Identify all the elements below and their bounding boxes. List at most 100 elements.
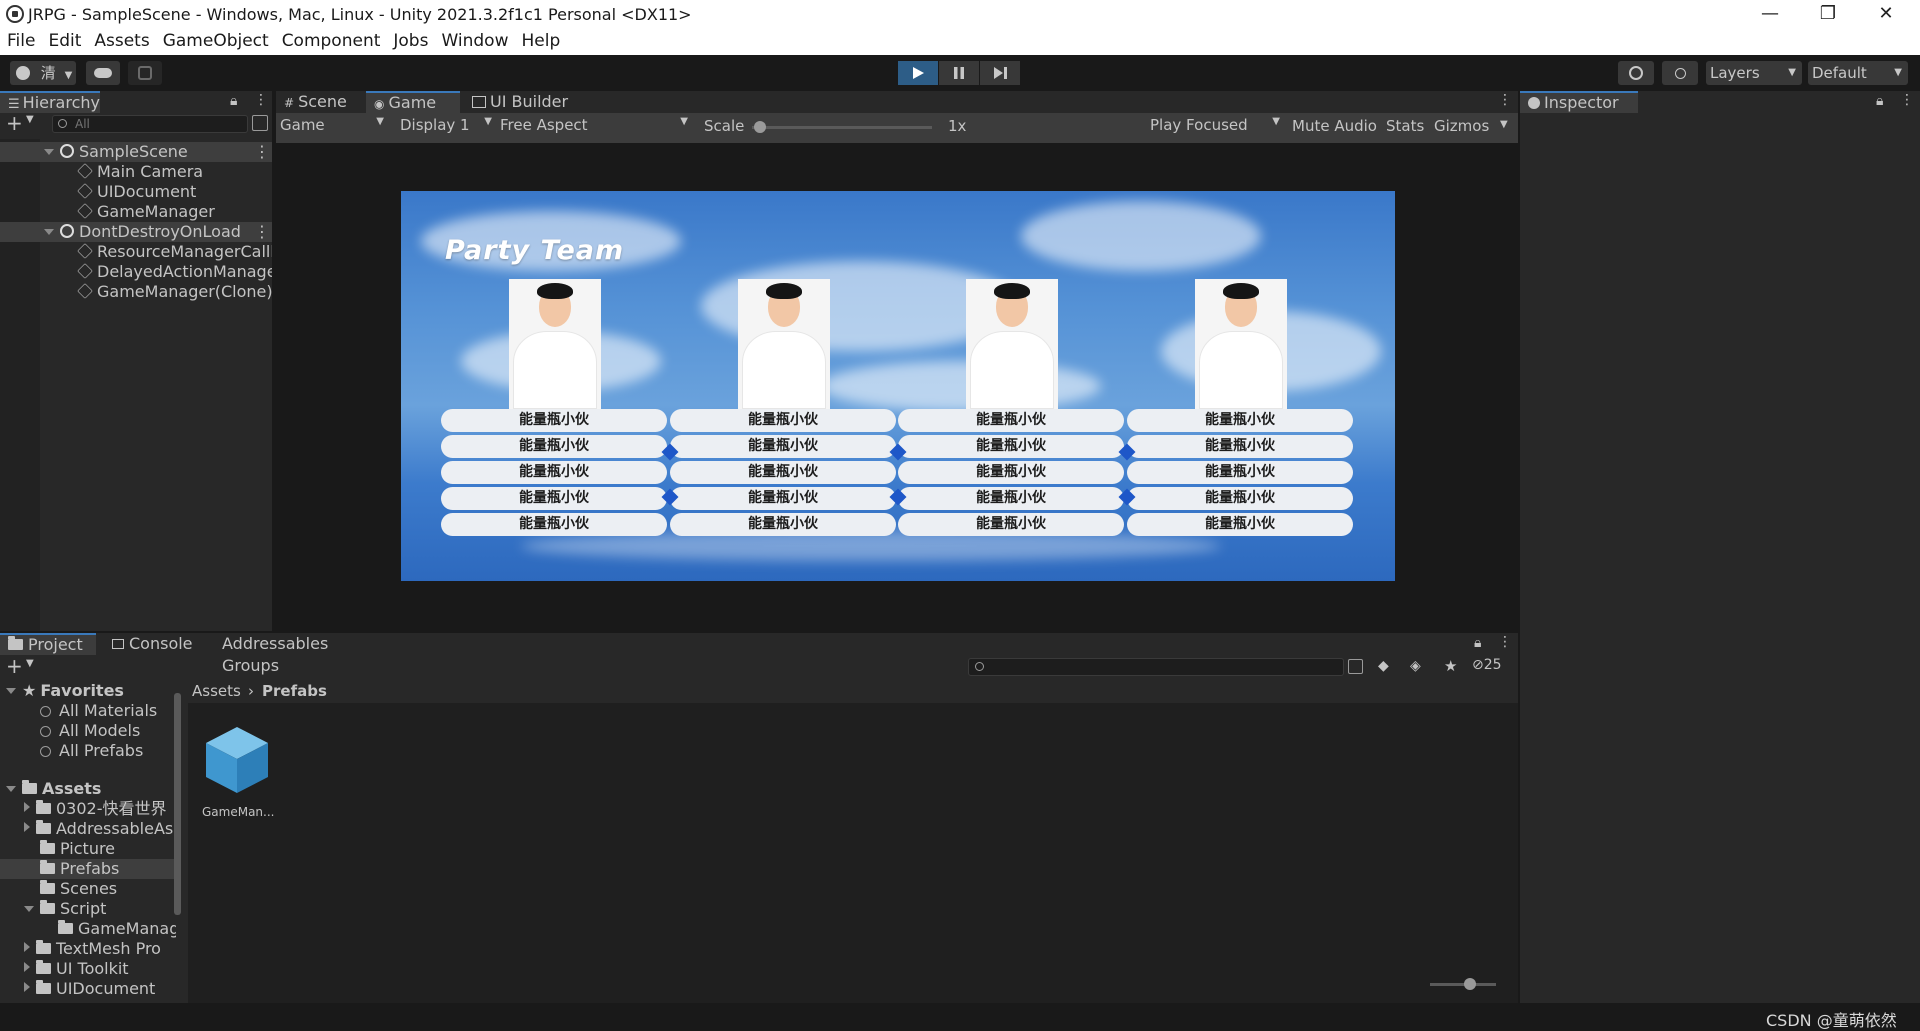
- party-member-portrait[interactable]: [738, 279, 830, 409]
- search-mode-icon[interactable]: [1348, 659, 1363, 674]
- folder-ui-toolkit[interactable]: UI Toolkit: [0, 959, 176, 979]
- play-button[interactable]: [898, 61, 938, 85]
- kebab-menu-icon[interactable]: ⋮: [254, 92, 268, 108]
- member-name[interactable]: 能量瓶小伙: [1127, 461, 1353, 484]
- layers-dropdown[interactable]: Layers ▼: [1706, 61, 1802, 85]
- expand-arrow-icon[interactable]: [6, 786, 16, 792]
- expand-arrow-icon[interactable]: [44, 149, 54, 155]
- member-name[interactable]: 能量瓶小伙: [898, 513, 1124, 536]
- expand-arrow-icon[interactable]: [24, 962, 30, 972]
- expand-arrow-icon[interactable]: [24, 982, 30, 992]
- tree-row-dontdestroyonload[interactable]: DontDestroyOnLoad ⋮: [0, 222, 272, 242]
- kebab-menu-icon[interactable]: ⋮: [1498, 634, 1512, 650]
- folder-addressableassets[interactable]: AddressableAss: [0, 819, 176, 839]
- folder-picture[interactable]: Picture: [0, 839, 176, 859]
- breadcrumb-assets[interactable]: Assets: [192, 682, 241, 700]
- folder-prefabs[interactable]: Prefabs: [0, 859, 176, 879]
- party-member-portrait[interactable]: [966, 279, 1058, 409]
- kebab-menu-icon[interactable]: ⋮: [254, 222, 270, 242]
- hidden-packages-toggle[interactable]: ⊘25: [1472, 657, 1502, 673]
- expand-arrow-icon[interactable]: [24, 802, 30, 812]
- search-mode-icon[interactable]: [252, 115, 268, 131]
- menu-component[interactable]: Component: [275, 28, 387, 51]
- kebab-menu-icon[interactable]: ⋮: [254, 142, 270, 162]
- collab-button[interactable]: [128, 61, 162, 85]
- expand-arrow-icon[interactable]: [6, 688, 16, 694]
- lock-icon[interactable]: 🔒︎: [1876, 93, 1883, 109]
- menu-gameobject[interactable]: GameObject: [156, 28, 275, 51]
- display-dropdown[interactable]: Display 1 ▼: [400, 116, 496, 138]
- member-name[interactable]: 能量瓶小伙: [670, 409, 896, 432]
- hierarchy-search[interactable]: [52, 115, 248, 133]
- step-button[interactable]: [980, 61, 1020, 85]
- history-button[interactable]: [1618, 61, 1654, 85]
- play-focused-dropdown[interactable]: Play Focused ▼: [1150, 116, 1280, 138]
- menu-jobs[interactable]: Jobs: [386, 28, 434, 51]
- tree-row-resourcemanager[interactable]: ResourceManagerCallba: [0, 242, 272, 262]
- tree-row-main-camera[interactable]: Main Camera: [0, 162, 272, 182]
- mute-audio-toggle[interactable]: Mute Audio: [1292, 117, 1377, 135]
- scale-slider-handle[interactable]: [754, 121, 766, 133]
- menu-window[interactable]: Window: [434, 28, 514, 51]
- chevron-down-icon[interactable]: ▼: [26, 658, 34, 669]
- member-name[interactable]: 能量瓶小伙: [441, 409, 667, 432]
- breadcrumb-prefabs[interactable]: Prefabs: [262, 682, 327, 700]
- kebab-menu-icon[interactable]: ⋮: [1900, 92, 1914, 108]
- folder-gamemanager[interactable]: GameManag: [0, 919, 176, 939]
- tree-row-gamemanager-clone[interactable]: GameManager(Clone): [0, 282, 272, 302]
- expand-arrow-icon[interactable]: [24, 942, 30, 952]
- kebab-menu-icon[interactable]: ⋮: [1498, 92, 1512, 108]
- folder-script[interactable]: Script: [0, 899, 176, 919]
- member-name[interactable]: 能量瓶小伙: [441, 513, 667, 536]
- close-button[interactable]: ✕: [1866, 2, 1906, 26]
- tree-row-gamemanager[interactable]: GameManager: [0, 202, 272, 222]
- member-name[interactable]: 能量瓶小伙: [441, 487, 667, 510]
- menu-assets[interactable]: Assets: [87, 28, 155, 51]
- menu-help[interactable]: Help: [514, 28, 566, 51]
- folder-0302[interactable]: 0302-快看世界: [0, 799, 176, 819]
- party-member-portrait[interactable]: [1195, 279, 1287, 409]
- cloud-button[interactable]: [86, 61, 120, 85]
- member-name[interactable]: 能量瓶小伙: [670, 487, 896, 510]
- filter-type-icon[interactable]: ◆: [1378, 658, 1389, 674]
- tree-row-samplescene[interactable]: SampleScene ⋮: [0, 142, 272, 162]
- favorite-all-models[interactable]: All Models: [0, 721, 176, 741]
- game-mode-dropdown[interactable]: Game ▼: [280, 116, 388, 138]
- tree-row-uidocument[interactable]: UIDocument: [0, 182, 272, 202]
- tab-addressables-groups[interactable]: Addressables Groups: [214, 633, 384, 675]
- icon-size-slider[interactable]: [1430, 983, 1496, 986]
- member-name[interactable]: 能量瓶小伙: [441, 435, 667, 458]
- folder-tree-scrollbar[interactable]: [174, 693, 181, 915]
- layout-dropdown[interactable]: Default ▼: [1808, 61, 1908, 85]
- expand-arrow-icon[interactable]: [24, 906, 34, 912]
- tab-inspector[interactable]: Inspector: [1520, 91, 1638, 113]
- favorite-star-icon[interactable]: ★: [1444, 657, 1457, 675]
- tab-ui-builder[interactable]: UI Builder: [464, 91, 584, 113]
- folder-uidocument[interactable]: UIDocument: [0, 979, 176, 999]
- label-tag-icon[interactable]: ◈: [1410, 658, 1421, 674]
- menu-file[interactable]: File: [0, 28, 41, 51]
- tree-row-delayedactionmanager[interactable]: DelayedActionManager: [0, 262, 272, 282]
- tab-hierarchy[interactable]: ☰ Hierarchy: [0, 91, 100, 113]
- member-name[interactable]: 能量瓶小伙: [1127, 435, 1353, 458]
- account-dropdown[interactable]: 清 ▼: [10, 61, 76, 85]
- expand-arrow-icon[interactable]: [24, 822, 30, 832]
- stats-toggle[interactable]: Stats: [1386, 117, 1424, 135]
- chevron-down-icon[interactable]: ▼: [26, 114, 34, 125]
- lock-icon[interactable]: 🔒︎: [1474, 635, 1481, 651]
- member-name[interactable]: 能量瓶小伙: [670, 461, 896, 484]
- folder-textmesh-pro[interactable]: TextMesh Pro: [0, 939, 176, 959]
- add-icon[interactable]: +: [6, 113, 23, 133]
- expand-arrow-icon[interactable]: [44, 229, 54, 235]
- member-name[interactable]: 能量瓶小伙: [1127, 487, 1353, 510]
- add-icon[interactable]: +: [6, 656, 23, 676]
- lock-icon[interactable]: 🔒︎: [230, 93, 237, 109]
- asset-item[interactable]: GameMan...: [202, 723, 274, 823]
- menu-edit[interactable]: Edit: [41, 28, 87, 51]
- search-button[interactable]: [1662, 61, 1698, 85]
- member-name[interactable]: 能量瓶小伙: [898, 487, 1124, 510]
- folder-scenes[interactable]: Scenes: [0, 879, 176, 899]
- member-name[interactable]: 能量瓶小伙: [898, 435, 1124, 458]
- member-name[interactable]: 能量瓶小伙: [898, 461, 1124, 484]
- assets-header[interactable]: Assets: [0, 779, 176, 799]
